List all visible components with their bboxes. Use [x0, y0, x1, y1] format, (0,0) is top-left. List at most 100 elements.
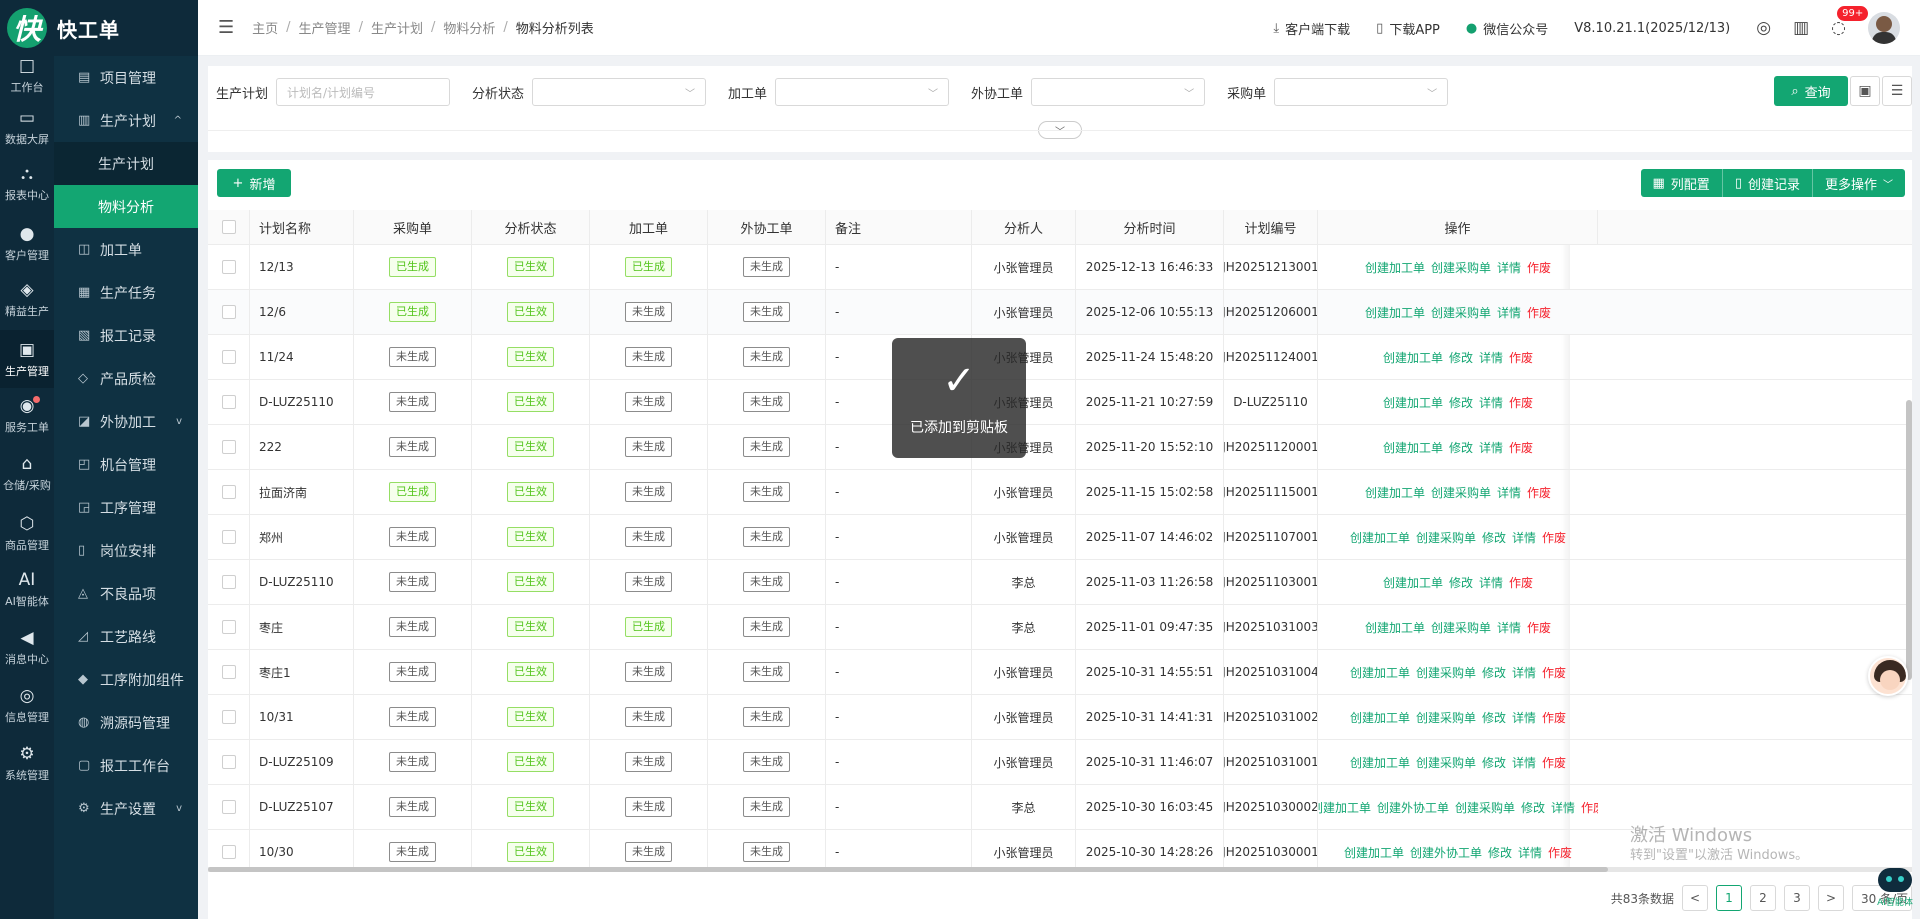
ai-agent-button[interactable]: AI智能体	[1874, 868, 1916, 912]
table-row[interactable]: D-LUZ25110 未生成 已生效 未生成 未生成 - 李总 2025-11-03 11:2…	[208, 560, 1912, 605]
row-action-link[interactable]: 创建加工单	[1350, 709, 1410, 726]
rail-item-12[interactable]: ⚙ 系统管理	[0, 734, 54, 792]
table-row[interactable]: D-LUZ25110未生成已生效未生成未生成-小张管理员2025-11-21 1…	[208, 380, 1912, 425]
reset-button[interactable]: ▣	[1850, 76, 1880, 106]
submenu-item-6[interactable]: ▧ 报工记录	[54, 314, 198, 357]
horizontal-scrollbar[interactable]	[208, 867, 1912, 872]
row-checkbox[interactable]	[221, 485, 236, 499]
row-checkbox[interactable]	[221, 800, 236, 814]
row-action-link[interactable]: 修改	[1449, 394, 1473, 411]
row-action-link[interactable]: 修改	[1482, 754, 1506, 771]
row-action-link[interactable]: 详情	[1512, 664, 1536, 681]
row-action-link[interactable]: 详情	[1512, 709, 1536, 726]
submenu-item-14[interactable]: ◆ 工序附加组件	[54, 658, 198, 701]
row-action-link[interactable]: 修改	[1488, 844, 1512, 861]
row-checkbox[interactable]	[221, 305, 236, 319]
row-action-link[interactable]: 创建采购单	[1416, 529, 1476, 546]
breadcrumb-item-0[interactable]: 主页	[252, 18, 278, 37]
row-checkbox[interactable]	[221, 530, 236, 544]
row-action-link[interactable]: 创建采购单	[1416, 664, 1476, 681]
row-action-link[interactable]: 创建外协工单	[1410, 844, 1482, 861]
row-action-link[interactable]: 作废	[1548, 844, 1572, 861]
table-row[interactable]: 12/6 已生成 已生效 未生成 未生成 - 小张管理员 2025-12-06 10:55:1…	[208, 290, 1912, 335]
row-action-link[interactable]: 修改	[1449, 439, 1473, 456]
submenu-item-3[interactable]: 物料分析	[54, 185, 198, 228]
row-checkbox[interactable]	[221, 710, 236, 724]
next-page-button[interactable]: >	[1818, 885, 1844, 911]
table-row[interactable]: 10/31 未生成 已生效 未生成 未生成 - 小张管理员 2025-10-31 14:41:…	[208, 695, 1912, 740]
row-action-link[interactable]: 创建外协工单	[1377, 799, 1449, 816]
message-icon[interactable]: ◌ 99+	[1831, 6, 1869, 38]
row-action-link[interactable]: 详情	[1551, 799, 1575, 816]
row-action-link[interactable]: 修改	[1482, 529, 1506, 546]
submenu-item-7[interactable]: ◇ 产品质检	[54, 357, 198, 400]
row-action-link[interactable]: 创建采购单	[1431, 304, 1491, 321]
row-action-link[interactable]: 创建采购单	[1431, 619, 1491, 636]
rail-item-10[interactable]: ◀ 消息中心	[0, 618, 54, 676]
row-action-link[interactable]: 创建加工单	[1365, 619, 1425, 636]
submenu-item-17[interactable]: ⚙ 生产设置 v	[54, 787, 198, 830]
menu-toggle-icon[interactable]: ☰	[218, 17, 234, 38]
row-action-link[interactable]: 详情	[1497, 304, 1521, 321]
assistant-avatar-icon[interactable]	[1868, 656, 1908, 696]
submenu-item-9[interactable]: ◰ 机台管理	[54, 443, 198, 486]
submenu-item-10[interactable]: ◲ 工序管理	[54, 486, 198, 529]
row-action-link[interactable]: 创建采购单	[1431, 259, 1491, 276]
table-row[interactable]: 222未生成已生效未生成未生成-小张管理员2025-11-20 15:52:10…	[208, 425, 1912, 470]
row-checkbox[interactable]	[221, 665, 236, 679]
process-order-select[interactable]: ﹀	[775, 78, 950, 106]
horizontal-scroll-thumb[interactable]	[208, 867, 1608, 872]
row-action-link[interactable]: 作废	[1527, 619, 1551, 636]
wechat-link[interactable]: ● 微信公众号	[1466, 19, 1548, 38]
row-action-link[interactable]: 作废	[1581, 799, 1598, 816]
row-action-link[interactable]: 创建加工单	[1350, 529, 1410, 546]
row-action-link[interactable]: 创建加工单	[1318, 799, 1371, 816]
row-checkbox[interactable]	[221, 620, 236, 634]
submenu-item-4[interactable]: ◫ 加工单	[54, 228, 198, 271]
table-row[interactable]: 12/13 已生成 已生效 已生成 未生成 - 小张管理员 2025-12-13 16:46:…	[208, 245, 1912, 290]
row-action-link[interactable]: 创建采购单	[1416, 709, 1476, 726]
table-row[interactable]: 枣庄1 未生成 已生效 未生成 未生成 - 小张管理员 2025-10-31 14:55:51…	[208, 650, 1912, 695]
submenu-item-8[interactable]: ◪ 外协加工 v	[54, 400, 198, 443]
row-action-link[interactable]: 详情	[1479, 394, 1503, 411]
breadcrumb-item-3[interactable]: 物料分析	[443, 18, 495, 37]
vertical-scroll-thumb[interactable]	[1906, 400, 1912, 680]
submenu-item-13[interactable]: ◿ 工艺路线	[54, 615, 198, 658]
rail-item-11[interactable]: ◎ 信息管理	[0, 676, 54, 734]
row-action-link[interactable]: 作废	[1527, 259, 1551, 276]
row-action-link[interactable]: 详情	[1479, 439, 1503, 456]
rail-item-7[interactable]: ⌂ 仓储/采购	[0, 444, 54, 502]
row-action-link[interactable]: 创建加工单	[1365, 259, 1425, 276]
app-download-link[interactable]: ▯ 下载APP	[1376, 19, 1440, 38]
submenu-item-1[interactable]: ▥ 生产计划 ^	[54, 99, 198, 142]
row-checkbox[interactable]	[221, 575, 236, 589]
row-action-link[interactable]: 作废	[1542, 529, 1566, 546]
row-action-link[interactable]: 创建采购单	[1416, 754, 1476, 771]
row-action-link[interactable]: 详情	[1518, 844, 1542, 861]
row-action-link[interactable]: 作废	[1509, 574, 1533, 591]
submenu-item-11[interactable]: ▯ 岗位安排	[54, 529, 198, 572]
row-action-link[interactable]: 详情	[1479, 349, 1503, 366]
row-action-link[interactable]: 详情	[1479, 574, 1503, 591]
row-action-link[interactable]: 修改	[1521, 799, 1545, 816]
row-action-link[interactable]: 创建采购单	[1431, 484, 1491, 501]
help-icon[interactable]: ◎	[1756, 18, 1771, 38]
row-checkbox[interactable]	[221, 350, 236, 364]
row-action-link[interactable]: 创建加工单	[1350, 664, 1410, 681]
row-action-link[interactable]: 修改	[1482, 664, 1506, 681]
status-select[interactable]: ﹀	[532, 78, 707, 106]
row-action-link[interactable]: 创建加工单	[1350, 754, 1410, 771]
rail-item-8[interactable]: ⬡ 商品管理	[0, 504, 54, 562]
row-action-link[interactable]: 详情	[1497, 259, 1521, 276]
rail-item-9[interactable]: AI AI智能体	[0, 560, 54, 618]
row-action-link[interactable]: 创建加工单	[1344, 844, 1404, 861]
more-actions-button[interactable]: 更多操作 ﹀	[1813, 169, 1905, 197]
client-download-link[interactable]: ⤓ 客户端下载	[1273, 19, 1350, 38]
row-action-link[interactable]: 作废	[1527, 304, 1551, 321]
rail-item-2[interactable]: ⛬ 报表中心	[0, 154, 54, 212]
row-action-link[interactable]: 修改	[1482, 709, 1506, 726]
rail-item-3[interactable]: ● 客户管理	[0, 214, 54, 272]
submenu-item-5[interactable]: ▦ 生产任务	[54, 271, 198, 314]
app-logo[interactable]: 快 快工单	[0, 0, 198, 56]
row-checkbox[interactable]	[221, 440, 236, 454]
